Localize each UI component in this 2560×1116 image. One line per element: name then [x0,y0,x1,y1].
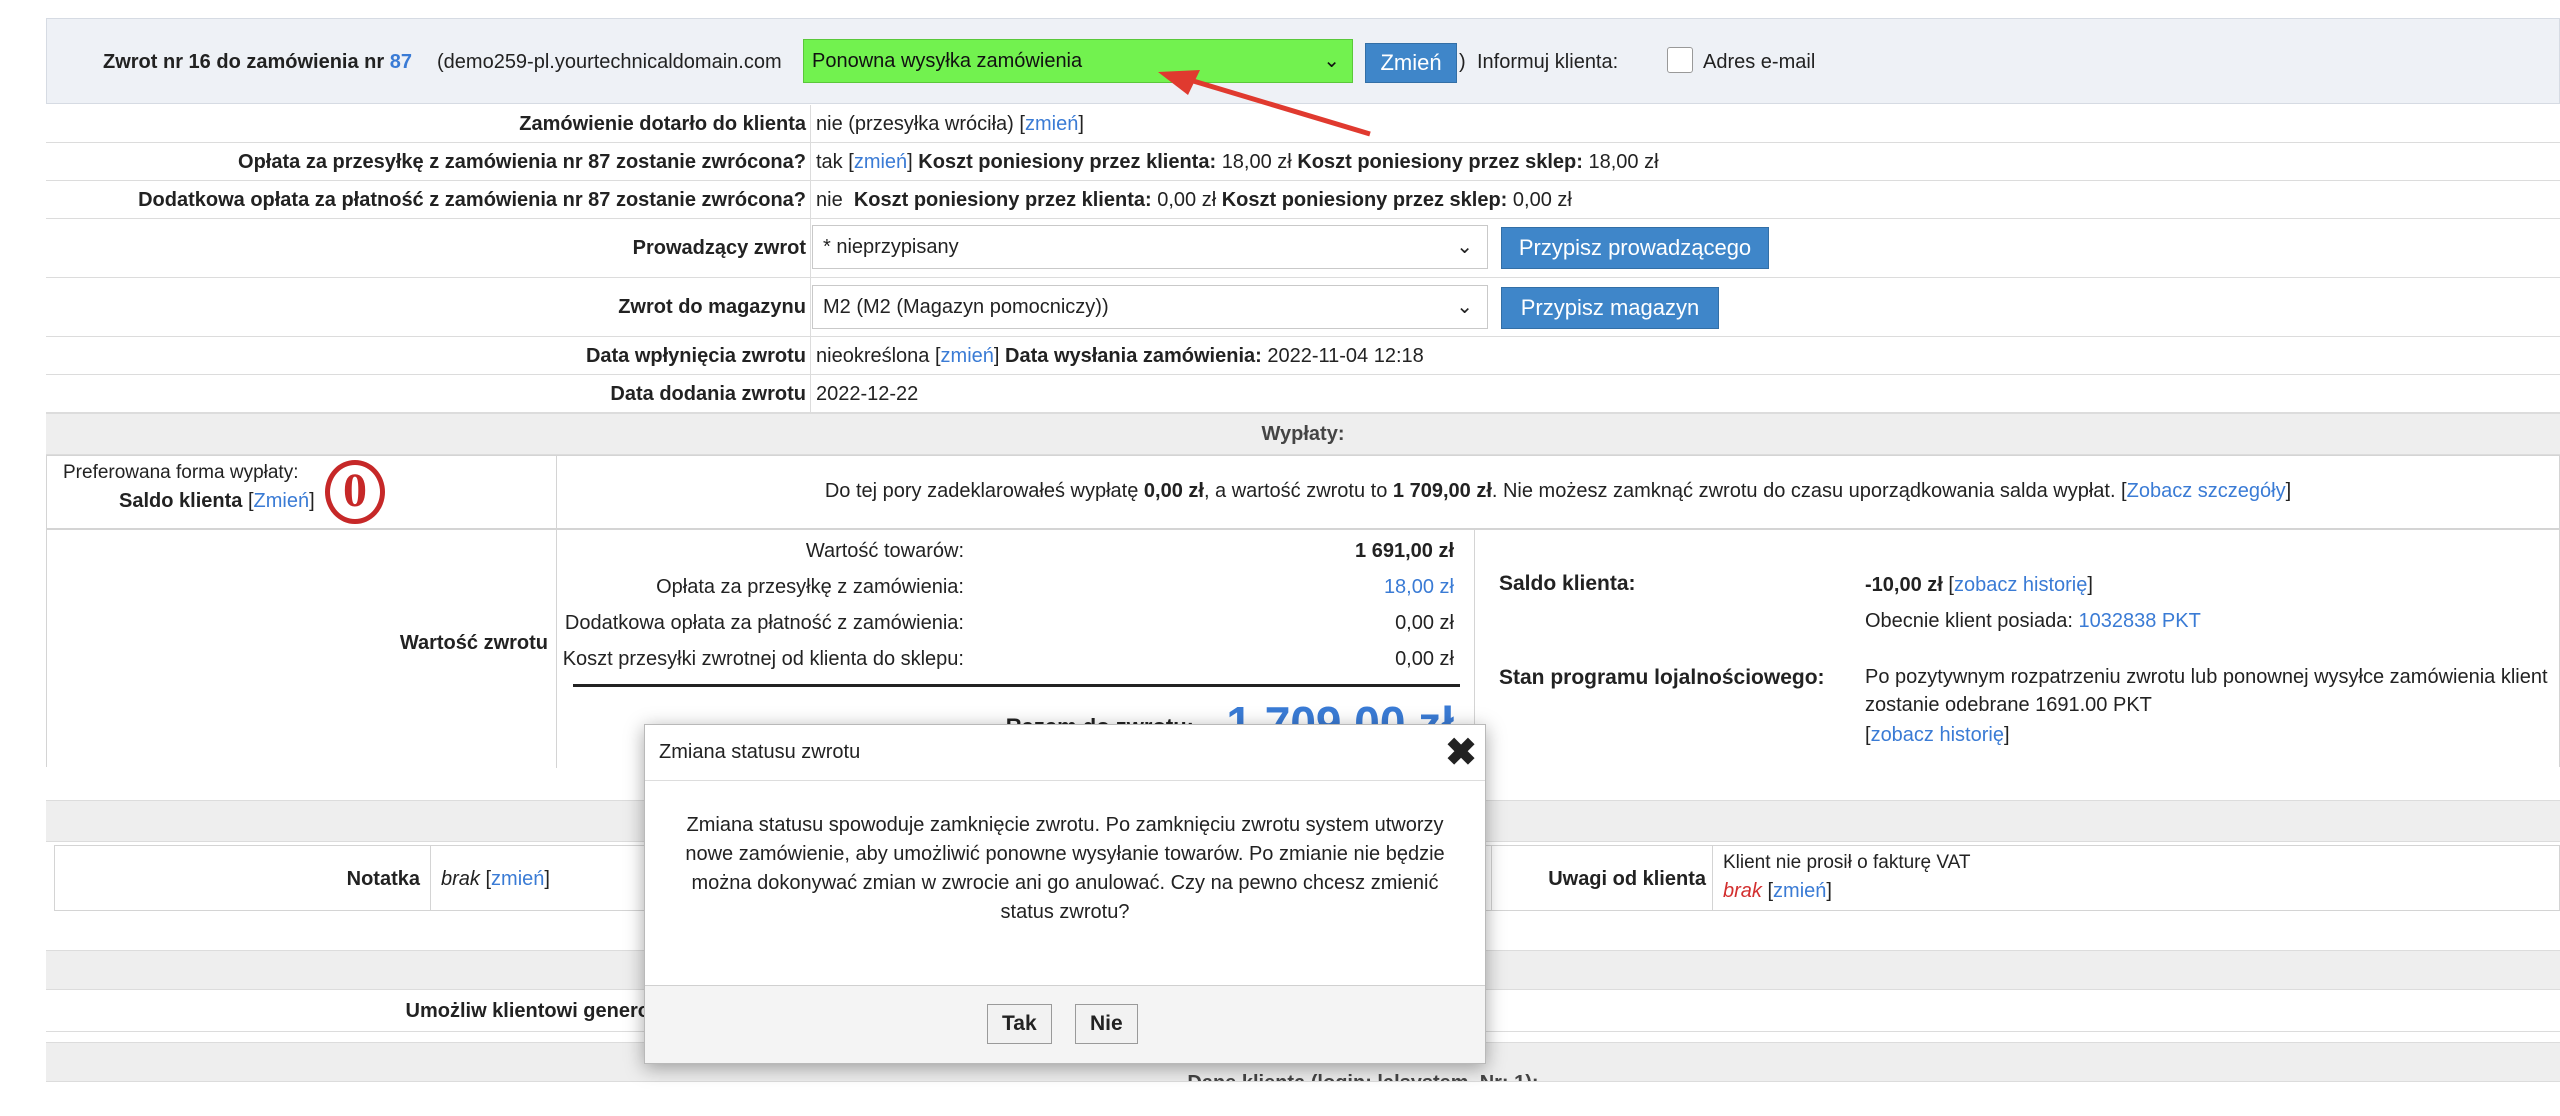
line-return-shipping-value: 0,00 zł [1395,648,1454,670]
return-page: Zwrot nr 16 do zamówienia nr 87 (demo259… [0,0,2560,1116]
loyalty-history: [zobacz historię] [1865,724,2010,746]
row-shipping-fee: Opłata za przesyłkę z zamówienia nr 87 z… [46,143,2560,181]
assign-warehouse-button[interactable]: Przypisz magazyn [1501,287,1719,329]
close-icon[interactable]: ✖ [1445,731,1477,775]
row-handler: Prowadzący zwrot * nieprzypisany ⌄ Przyp… [46,219,2560,278]
client-remarks-vat: Klient nie prosił o fakturę VAT [1723,852,1971,873]
payment-fee-label: Dodatkowa opłata za płatność z zamówieni… [138,189,806,211]
handler-select[interactable]: * nieprzypisany ⌄ [812,225,1488,269]
handler-label: Prowadzący zwrot [632,237,806,259]
balance-value: -10,00 zł [zobacz historię] [1865,574,2093,596]
status-change-dialog: Zmiana statusu zwrotu ✖ Zmiana statusu s… [644,724,1486,1064]
payouts-row: Preferowana forma wypłaty: Saldo klienta… [46,455,2560,529]
balance-label: Saldo klienta: [1499,572,1636,595]
added-date-label: Data dodania zwrotu [610,383,806,405]
loyalty-label: Stan programu lojalnościowego: [1499,666,1825,689]
warehouse-label: Zwrot do magazynu [618,296,806,318]
payout-details-link[interactable]: Zobacz szczegóły [2127,480,2286,502]
payment-fee-value: nie Koszt poniesiony przez klienta: 0,00… [816,189,1572,211]
points-value: Obecnie klient posiada: 1032838 PKT [1865,610,2201,632]
client-data-fragment: Dane klienta (login: lalsystem, Nr: 1): [1187,1072,1538,1081]
client-info: Saldo klienta: -10,00 zł [zobacz histori… [1475,530,2559,768]
dialog-footer: Tak Nie [645,985,1485,1063]
line-return-shipping-label: Koszt przesyłki zwrotnej od klienta do s… [562,648,964,670]
shipping-fee-change-link[interactable]: zmień [854,151,907,173]
delivered-label: Zamówienie dotarło do klienta [519,113,806,135]
line-payment-value: 0,00 zł [1395,612,1454,634]
chevron-down-icon: ⌄ [1456,236,1473,258]
warehouse-value: M2 (M2 (Magazyn pomocniczy)) [823,296,1109,318]
preferred-payout-value: Saldo klienta [Zmień] [119,490,315,512]
yes-button[interactable]: Tak [987,1004,1052,1044]
note-change-link[interactable]: zmień [491,868,544,890]
received-date-value: nieokreślona [zmień] Data wysłania zamów… [816,345,1424,367]
loyalty-text: Po pozytywnym rozpatrzeniu zwrotu lub po… [1865,666,2548,688]
loyalty-text-2: zostanie odebrane 1691.00 PKT [1865,694,2152,716]
row-warehouse: Zwrot do magazynu M2 (M2 (Magazyn pomocn… [46,278,2560,337]
received-date-label: Data wpłynięcia zwrotu [585,345,806,367]
row-delivered: Zamówienie dotarło do klienta nie (przes… [46,105,2560,143]
row-payment-fee: Dodatkowa opłata za płatność z zamówieni… [46,181,2560,219]
chevron-down-icon: ⌄ [1456,296,1473,318]
row-added-date: Data dodania zwrotu 2022-12-22 [46,375,2560,413]
preferred-payout-label: Preferowana forma wypłaty: [63,462,299,483]
no-button[interactable]: Nie [1075,1004,1138,1044]
line-shipping-value[interactable]: 18,00 zł [1384,576,1454,599]
total-divider [573,684,1460,687]
client-remarks-label: Uwagi od klienta [1548,868,1706,890]
row-received-date: Data wpłynięcia zwrotu nieokreślona [zmi… [46,337,2560,375]
handler-value: * nieprzypisany [823,236,959,258]
line-payment-label: Dodatkowa opłata za płatność z zamówieni… [564,612,964,634]
balance-history-link[interactable]: zobacz historię [1954,574,2087,596]
shipping-fee-label: Opłata za przesyłkę z zamówienia nr 87 z… [238,151,806,173]
badge-zero-icon: 0 [325,460,385,524]
added-date-value: 2022-12-22 [816,383,919,405]
shipping-fee-value: tak [zmień] Koszt poniesiony przez klien… [816,151,1659,173]
loyalty-history-link[interactable]: zobacz historię [1871,724,2004,746]
received-date-change-link[interactable]: zmień [941,345,994,367]
warehouse-select[interactable]: M2 (M2 (Magazyn pomocniczy)) ⌄ [812,285,1488,329]
line-goods-value: 1 691,00 zł [1355,540,1454,562]
return-value-label: Wartość zwrotu [399,632,548,654]
preferred-payout: Preferowana forma wypłaty: Saldo klienta… [47,456,557,528]
line-goods-label: Wartość towarów: [805,540,964,562]
line-shipping-label: Opłata za przesyłkę z zamówienia: [656,576,964,598]
note-value: brak [zmień] [441,868,550,890]
return-value-label-cell: Wartość zwrotu [47,530,557,768]
client-remarks-label-cell: Uwagi od klienta [1491,846,1713,910]
dialog-message: Zmiana statusu spowoduje zamknięcie zwro… [685,814,1445,923]
payouts-section-title: Wypłaty: [46,413,2560,455]
client-remarks-value: brak [zmień] [1723,880,1832,902]
dialog-title: Zmiana statusu zwrotu [659,741,861,763]
payouts-info: Do tej pory zadeklarowałeś wypłatę 0,00 … [824,480,2292,502]
note-label-cell: Notatka [55,846,431,910]
points-link[interactable]: 1032838 PKT [2078,610,2200,632]
delivered-change-link[interactable]: zmień [1025,113,1078,135]
client-remarks-change-link[interactable]: zmień [1773,880,1826,902]
assign-handler-button[interactable]: Przypisz prowadzącego [1501,227,1769,269]
delivered-value: nie (przesyłka wróciła) [zmień] [816,113,1084,135]
dialog-header: Zmiana statusu zwrotu ✖ [645,725,1485,781]
preferred-payout-change-link[interactable]: Zmień [254,490,310,512]
allow-label: Umożliw klientowi genero [405,1000,650,1022]
note-label: Notatka [346,868,420,890]
